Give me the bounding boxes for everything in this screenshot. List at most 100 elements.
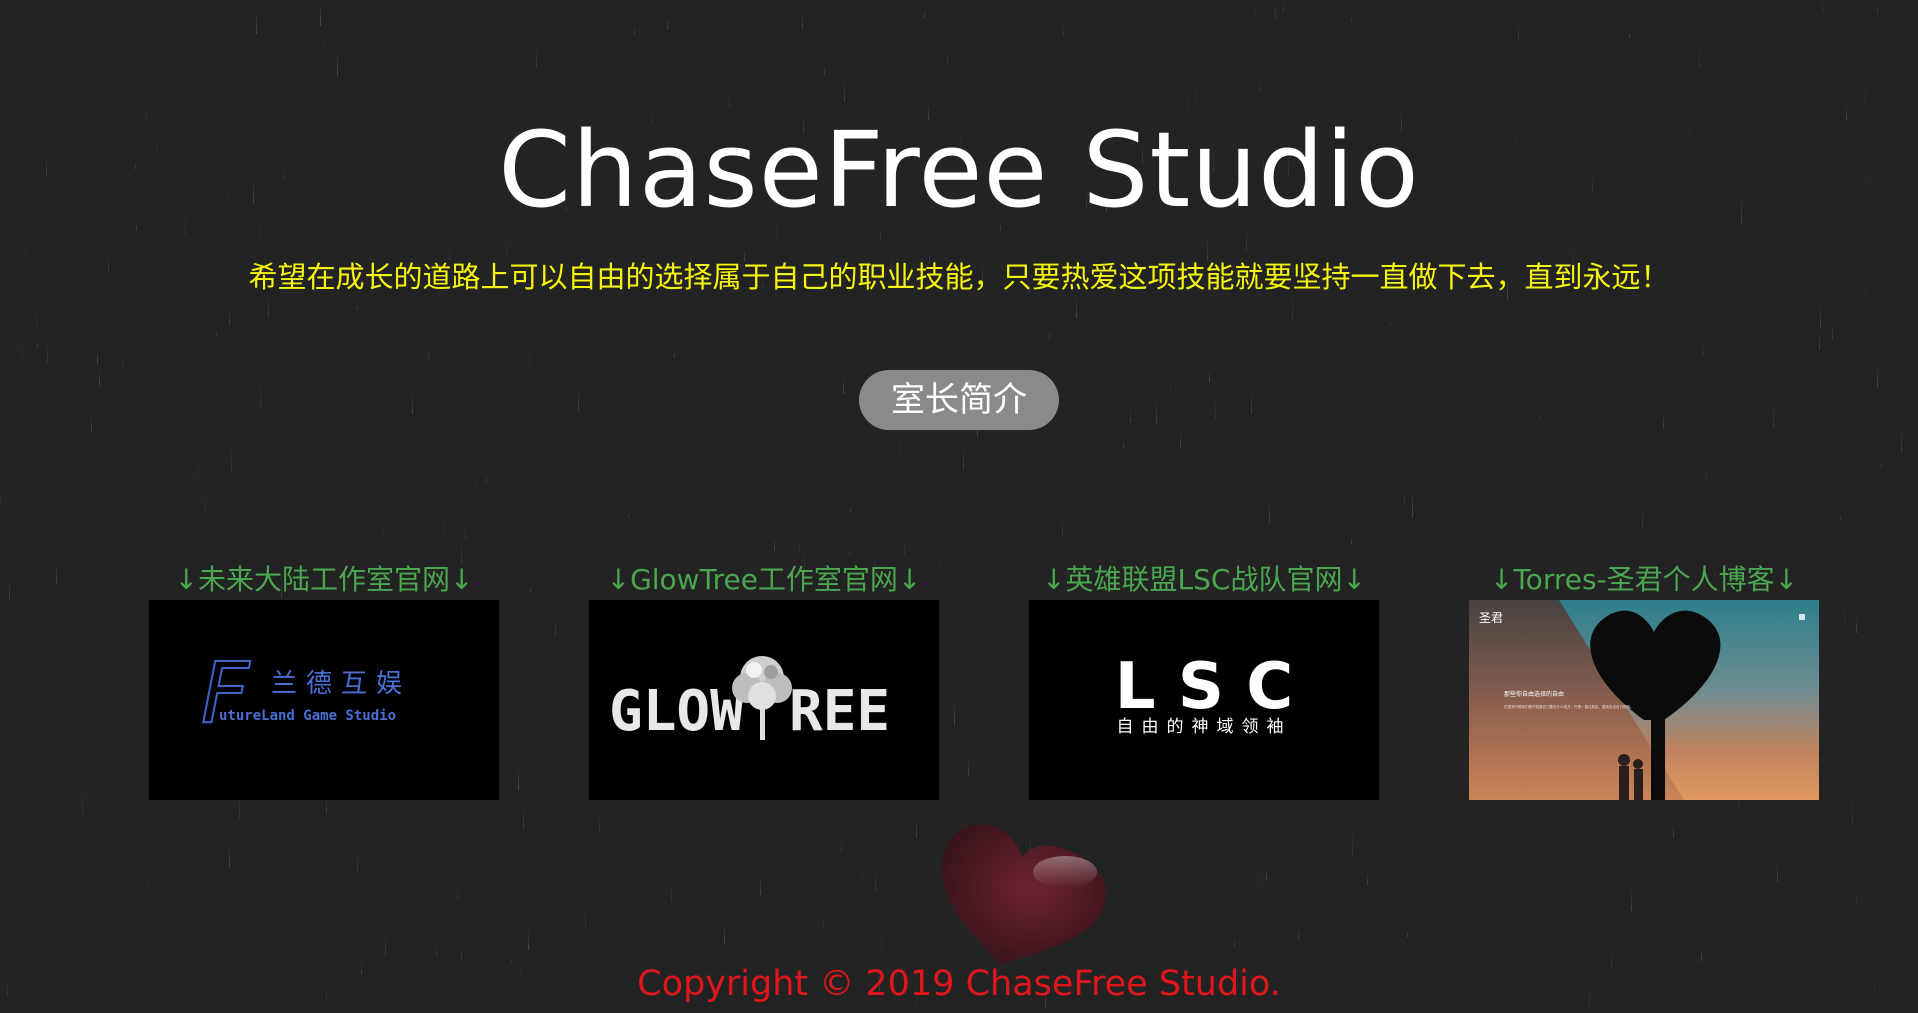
rain-streak: [1292, 295, 1293, 318]
rain-streak: [518, 766, 519, 790]
lsc-logo-main: L S C: [1115, 650, 1293, 724]
rain-streak: [947, 52, 948, 64]
rain-streak: [1901, 427, 1902, 453]
rain-streak: [1062, 515, 1063, 537]
rain-streak: [528, 930, 529, 950]
rain-streak: [9, 577, 10, 599]
rain-streak: [585, 907, 586, 926]
rain-streak: [1367, 872, 1368, 885]
futureland-logo-image[interactable]: F 兰德互娱 utureLand Game Studio: [149, 600, 499, 800]
rain-streak: [628, 510, 629, 517]
rain-streak: [1156, 401, 1157, 423]
rain-streak: [97, 351, 98, 364]
rain-streak: [843, 377, 844, 394]
rain-streak: [457, 884, 458, 900]
rain-streak: [850, 506, 851, 513]
rain-streak: [802, 11, 803, 29]
futureland-logo-letter: F: [201, 644, 251, 742]
rain-streak: [1255, 7, 1256, 13]
rain-streak: [436, 944, 437, 957]
rain-streak: [1642, 505, 1643, 528]
rain-streak: [1832, 324, 1833, 339]
page: ChaseFree Studio 希望在成长的道路上可以自由的选择属于自己的职业…: [0, 0, 1918, 1013]
rain-streak: [963, 444, 964, 469]
rain-streak: [1261, 873, 1262, 883]
rain-streak: [523, 805, 524, 828]
link-card-glowtree[interactable]: ↓GlowTree工作室官网↓ GLOW REE: [589, 560, 939, 800]
rain-streak: [1269, 498, 1270, 523]
rain-streak: [1822, 756, 1823, 764]
rain-streak: [1234, 939, 1235, 946]
link-card-lsc[interactable]: ↓英雄联盟LSC战队官网↓ L S C 自由的神域领袖: [1029, 560, 1379, 800]
rain-streak: [799, 541, 800, 552]
rain-streak: [1390, 319, 1391, 325]
rain-streak: [1251, 391, 1252, 413]
rain-streak: [1777, 860, 1778, 882]
rain-streak: [412, 393, 413, 414]
link-label-futureland[interactable]: ↓未来大陆工作室官网↓: [129, 560, 519, 600]
rain-streak: [22, 340, 23, 361]
rain-streak: [674, 350, 675, 357]
rain-streak: [899, 440, 900, 454]
link-label-torres-blog[interactable]: ↓Torres-圣君个人博客↓: [1449, 560, 1839, 600]
rain-streak: [1180, 431, 1181, 447]
rain-streak: [383, 527, 384, 539]
rain-streak: [268, 297, 269, 317]
futureland-logo-cn: 兰德互娱: [271, 669, 411, 699]
lsc-logo-image[interactable]: L S C 自由的神域领袖: [1029, 600, 1379, 800]
rain-streak: [1298, 929, 1299, 939]
rain-streak: [823, 920, 824, 929]
rain-streak: [385, 937, 386, 955]
rain-streak: [122, 355, 123, 366]
rain-streak: [1663, 414, 1664, 428]
rain-streak: [205, 496, 206, 511]
site-motto: 希望在成长的道路上可以自由的选择属于自己的职业技能，只要热爱这项技能就要坚持一直…: [248, 260, 1670, 294]
rain-streak: [1407, 931, 1408, 937]
rain-streak: [1196, 86, 1197, 100]
rain-streak: [0, 487, 1, 503]
rain-streak: [56, 563, 57, 584]
rain-streak: [1076, 295, 1077, 318]
rain-streak: [849, 549, 850, 555]
rain-streak: [1865, 82, 1866, 106]
rain-streak: [881, 928, 882, 948]
rain-streak: [862, 863, 863, 878]
rain-streak: [954, 702, 955, 725]
rain-streak: [1877, 367, 1878, 388]
rain-streak: [1629, 31, 1630, 37]
rain-streak: [1209, 370, 1210, 382]
glowtree-logo-left: GLOW: [609, 679, 744, 744]
link-label-lsc[interactable]: ↓英雄联盟LSC战队官网↓: [1009, 560, 1399, 600]
lsc-logo-sub: 自由的神域领袖: [1117, 717, 1292, 737]
torres-blog-heading: 那些你自由选择的自由: [1504, 690, 1564, 698]
rain-streak: [461, 948, 462, 959]
intro-button[interactable]: 室长简介: [859, 370, 1059, 430]
rain-streak: [555, 619, 556, 636]
site-title: ChaseFree Studio: [498, 109, 1420, 231]
rain-streak: [667, 18, 668, 29]
rain-streak: [320, 2, 321, 26]
rain-streak: [1856, 893, 1857, 904]
rain-streak: [1063, 24, 1064, 37]
rain-streak: [36, 309, 37, 328]
rain-streak: [229, 310, 230, 325]
rain-streak: [875, 872, 876, 890]
glowtree-logo-image[interactable]: GLOW REE: [589, 600, 939, 800]
rain-streak: [1703, 344, 1704, 355]
rain-streak: [1266, 869, 1267, 880]
futureland-logo-en: utureLand Game Studio: [219, 708, 396, 724]
rain-streak: [357, 304, 358, 310]
rain-streak: [1260, 76, 1261, 92]
link-card-futureland[interactable]: ↓未来大陆工作室官网↓ F 兰德互娱 utureLand Game Studio: [149, 560, 499, 800]
rain-streak: [1852, 798, 1853, 824]
rain-streak: [256, 12, 257, 34]
glowtree-logo-right: REE: [789, 679, 890, 744]
link-card-torres-blog[interactable]: ↓Torres-圣君个人博客↓ 圣君 那些你自由选择的自由 在很多时候我们都不知…: [1469, 560, 1819, 800]
rain-streak: [216, 328, 217, 336]
rain-streak: [530, 585, 531, 593]
link-label-glowtree[interactable]: ↓GlowTree工作室官网↓: [569, 560, 959, 600]
rain-streak: [724, 922, 725, 944]
rain-streak: [337, 50, 338, 76]
rain-streak: [47, 344, 48, 362]
torres-blog-screenshot[interactable]: 圣君 那些你自由选择的自由 在很多时候我们都不知道自己要去什么地方，只是一直往前…: [1469, 600, 1819, 800]
